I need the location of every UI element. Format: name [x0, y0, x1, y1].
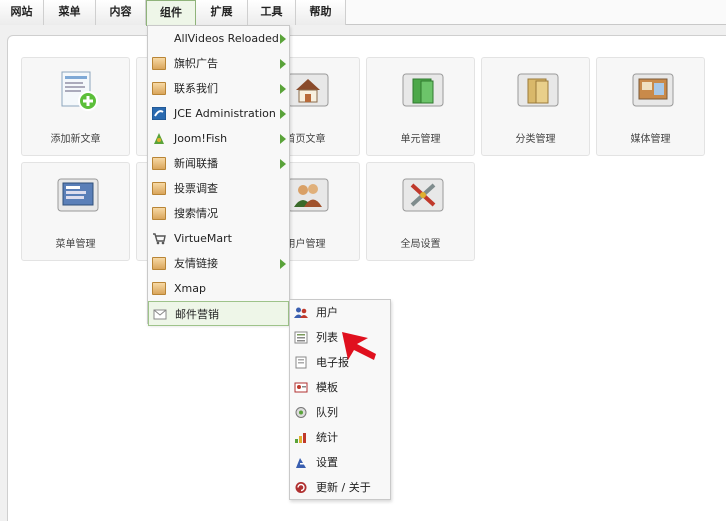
submenu-arrow-icon	[280, 134, 286, 144]
home-icon	[287, 73, 329, 107]
folder-icon	[152, 182, 166, 195]
folder-icon	[152, 282, 166, 295]
menu-content[interactable]: 内容	[96, 0, 146, 25]
menu-item-email-marketing[interactable]: 邮件营销	[148, 301, 289, 326]
menu-manager-icon	[57, 178, 99, 212]
menu-item-virtuemart[interactable]: VirtueMart	[148, 226, 289, 251]
newsletter-icon	[295, 356, 307, 369]
folder-icon	[152, 157, 166, 170]
submenu-arrow-icon	[280, 34, 286, 44]
tile-global-config[interactable]: 全局设置	[366, 162, 475, 261]
menu-item-contacts[interactable]: 联系我们	[148, 76, 289, 101]
tile-add-article[interactable]: 添加新文章	[21, 57, 130, 156]
tile-label: 全局设置	[400, 239, 441, 250]
submenu-item-templates[interactable]: 模板	[290, 375, 390, 400]
category-icon	[517, 73, 559, 107]
stats-icon	[295, 433, 306, 443]
cursor-arrow-icon	[342, 332, 376, 360]
folder-icon	[152, 82, 166, 95]
settings-icon	[296, 458, 306, 468]
tile-label: 添加新文章	[50, 134, 101, 145]
folder-icon	[152, 207, 166, 220]
menu-menus[interactable]: 菜单	[44, 0, 96, 25]
menu-tools[interactable]: 工具	[248, 0, 296, 25]
menu-item-xmap[interactable]: Xmap	[148, 276, 289, 301]
submenu-item-statistics[interactable]: 统计	[290, 425, 390, 450]
tile-label: 单元管理	[400, 134, 441, 145]
template-icon	[294, 382, 308, 393]
components-dropdown: AllVideos Reloaded 旗帜广告 联系我们 JCE Adminis…	[147, 25, 290, 326]
menu-item-joomfish[interactable]: Joom!Fish	[148, 126, 289, 151]
menu-components[interactable]: 组件	[146, 0, 196, 26]
mail-icon	[153, 309, 167, 320]
folder-icon	[152, 257, 166, 270]
submenu-arrow-icon	[280, 109, 286, 119]
menu-item-search[interactable]: 搜索情况	[148, 201, 289, 226]
menu-site[interactable]: 网站	[0, 0, 44, 25]
users-icon	[294, 307, 308, 318]
jce-icon	[152, 107, 166, 120]
submenu-item-queue[interactable]: 队列	[290, 400, 390, 425]
list-icon	[294, 331, 308, 344]
folder-icon	[152, 57, 166, 70]
queue-icon	[295, 407, 307, 418]
section-icon	[402, 73, 444, 107]
top-menu-bar: 网站 菜单 内容 组件 扩展 工具 帮助	[0, 0, 726, 26]
update-icon	[295, 482, 307, 493]
tile-menu-manager[interactable]: 菜单管理	[21, 162, 130, 261]
tile-media[interactable]: 媒体管理	[596, 57, 705, 156]
tile-categories[interactable]: 分类管理	[481, 57, 590, 156]
submenu-arrow-icon	[280, 84, 286, 94]
menu-item-polls[interactable]: 投票调查	[148, 176, 289, 201]
submenu-item-settings[interactable]: 设置	[290, 450, 390, 475]
menu-extensions[interactable]: 扩展	[196, 0, 248, 25]
media-icon	[632, 73, 674, 107]
submenu-item-update-about[interactable]: 更新 / 关于	[290, 475, 390, 500]
cart-icon	[153, 233, 166, 245]
menu-item-newsfeeds[interactable]: 新闻联播	[148, 151, 289, 176]
tile-sections[interactable]: 单元管理	[366, 57, 475, 156]
joomfish-icon	[154, 133, 164, 144]
submenu-arrow-icon	[280, 159, 286, 169]
users-icon	[287, 178, 329, 212]
tile-label: 菜单管理	[55, 239, 96, 250]
submenu-arrow-icon	[280, 259, 286, 269]
tile-label: 分类管理	[515, 134, 556, 145]
submenu-arrow-icon	[280, 59, 286, 69]
submenu-item-users[interactable]: 用户	[290, 300, 390, 325]
add-article-icon	[61, 71, 98, 111]
menu-item-jce[interactable]: JCE Administration	[148, 101, 289, 126]
menu-item-banners[interactable]: 旗帜广告	[148, 51, 289, 76]
menu-item-weblinks[interactable]: 友情链接	[148, 251, 289, 276]
config-icon	[402, 178, 444, 212]
menu-item-allvideos[interactable]: AllVideos Reloaded	[148, 26, 289, 51]
tile-label: 媒体管理	[630, 134, 671, 145]
menu-help[interactable]: 帮助	[296, 0, 346, 25]
